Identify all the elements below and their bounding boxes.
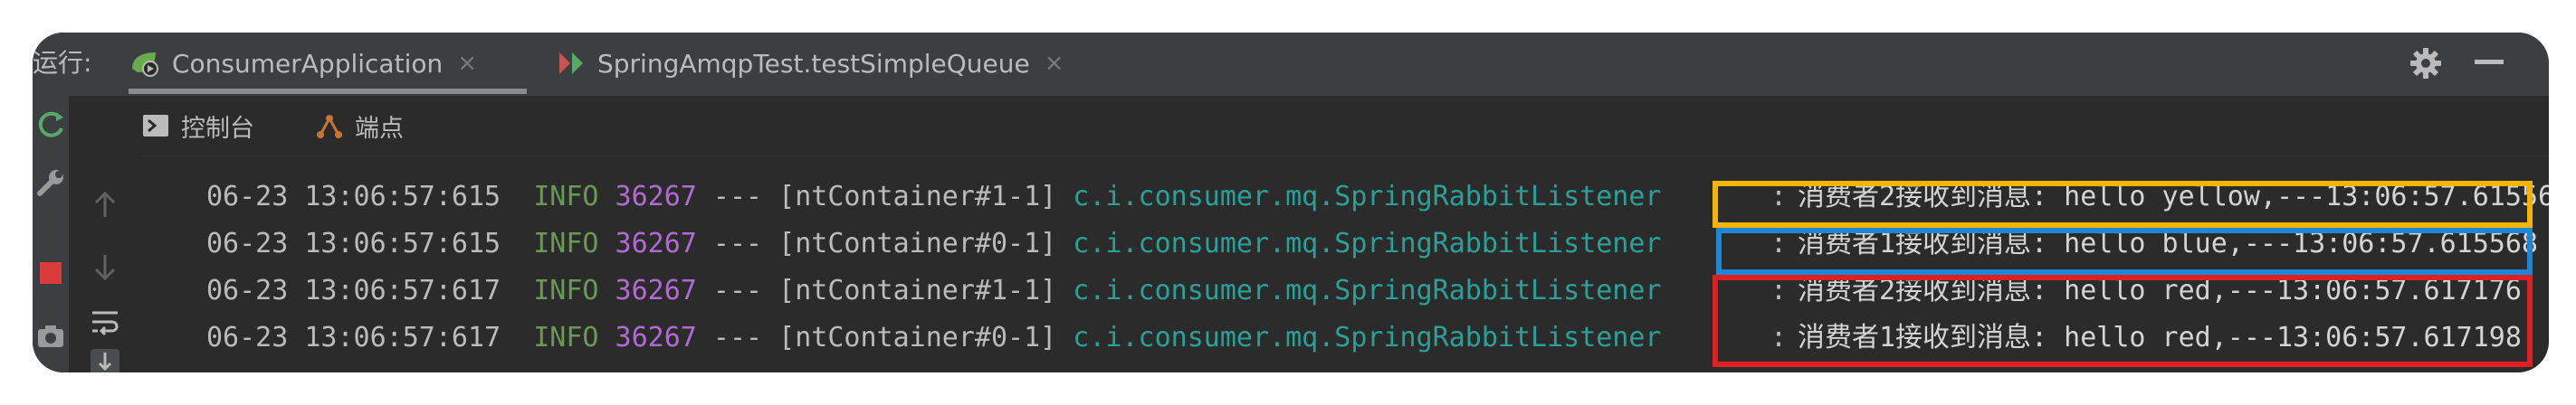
- endpoints-icon: [317, 115, 342, 138]
- log-level: INFO: [533, 181, 599, 212]
- log-timestamp: 06-23 13:06:57:615: [206, 181, 501, 212]
- tab-label: ConsumerApplication: [172, 48, 444, 79]
- log-timestamp: 06-23 13:06:57:615: [206, 228, 501, 259]
- close-icon[interactable]: ×: [1045, 50, 1064, 77]
- log-line: 06-23 13:06:57:615 INFO 36267 --- [ntCon…: [206, 222, 2538, 266]
- highlight-box-red: [1713, 275, 2533, 367]
- run-tool-window: 运行: ConsumerApplication × SpringAmqpTest…: [33, 33, 2549, 372]
- minimize-icon[interactable]: [2475, 60, 2504, 64]
- log-pid: 36267: [615, 181, 697, 212]
- log-level: INFO: [533, 228, 599, 259]
- wrench-icon[interactable]: [33, 165, 69, 201]
- console-gutter: [69, 155, 141, 372]
- log-thread: [ntContainer#0-1]: [778, 228, 1057, 259]
- camera-icon[interactable]: [33, 318, 69, 354]
- soft-wrap-icon[interactable]: [87, 304, 123, 340]
- log-pid: 36267: [615, 275, 697, 306]
- log-line: 06-23 13:06:57:615 INFO 36267 --- [ntCon…: [206, 175, 2549, 219]
- log-thread: [ntContainer#0-1]: [778, 322, 1057, 353]
- log-logger[interactable]: c.i.consumer.mq.SpringRabbitListener: [1073, 228, 1661, 259]
- run-label: 运行:: [33, 48, 92, 78]
- spring-boot-run-icon: [132, 52, 158, 77]
- console-icon: [143, 115, 168, 137]
- log-pid: 36267: [615, 322, 697, 353]
- log-logger[interactable]: c.i.consumer.mq.SpringRabbitListener: [1073, 181, 1661, 212]
- log-separator: ---: [712, 228, 763, 259]
- log-line: 06-23 13:06:57:617 INFO 36267 --- [ntCon…: [206, 316, 2522, 360]
- arrow-down-icon[interactable]: [87, 250, 123, 286]
- scroll-to-end-icon[interactable]: [87, 345, 123, 372]
- junit-test-icon: [559, 52, 583, 74]
- console-subtabs: 控制台 端点: [69, 96, 2549, 156]
- tab-label: 端点: [355, 114, 404, 143]
- rerun-icon[interactable]: [33, 107, 69, 143]
- arrow-up-icon[interactable]: [87, 186, 123, 222]
- gear-icon[interactable]: [2408, 45, 2444, 81]
- log-separator: ---: [712, 322, 763, 353]
- close-icon[interactable]: ×: [457, 50, 477, 77]
- run-tab-bar: 运行: ConsumerApplication × SpringAmqpTest…: [33, 33, 2549, 96]
- log-separator: ---: [712, 181, 763, 212]
- log-line: 06-23 13:06:57:617 INFO 36267 --- [ntCon…: [206, 269, 2522, 313]
- log-separator: ---: [712, 275, 763, 306]
- tab-endpoints[interactable]: 端点: [315, 96, 404, 155]
- highlight-box-blue: [1716, 228, 2533, 275]
- log-timestamp: 06-23 13:06:57:617: [206, 322, 501, 353]
- log-pid: 36267: [615, 228, 697, 259]
- tab-label: SpringAmqpTest.testSimpleQueue: [597, 48, 1030, 79]
- active-tab-indicator: [129, 89, 527, 94]
- tab-consumer-application[interactable]: ConsumerApplication ×: [129, 33, 527, 94]
- tab-console[interactable]: 控制台: [141, 96, 254, 155]
- log-logger[interactable]: c.i.consumer.mq.SpringRabbitListener: [1073, 322, 1661, 353]
- log-thread: [ntContainer#1-1]: [778, 275, 1057, 306]
- log-level: INFO: [533, 322, 599, 353]
- log-logger[interactable]: c.i.consumer.mq.SpringRabbitListener: [1073, 275, 1661, 306]
- left-toolbar: [33, 96, 69, 372]
- log-thread: [ntContainer#1-1]: [778, 181, 1057, 212]
- log-timestamp: 06-23 13:06:57:617: [206, 275, 501, 306]
- log-level: INFO: [533, 275, 599, 306]
- tab-label: 控制台: [181, 114, 254, 143]
- highlight-box-yellow: [1713, 181, 2533, 228]
- stop-icon[interactable]: [33, 255, 69, 291]
- tab-spring-amqp-test[interactable]: SpringAmqpTest.testSimpleQueue ×: [527, 33, 1097, 94]
